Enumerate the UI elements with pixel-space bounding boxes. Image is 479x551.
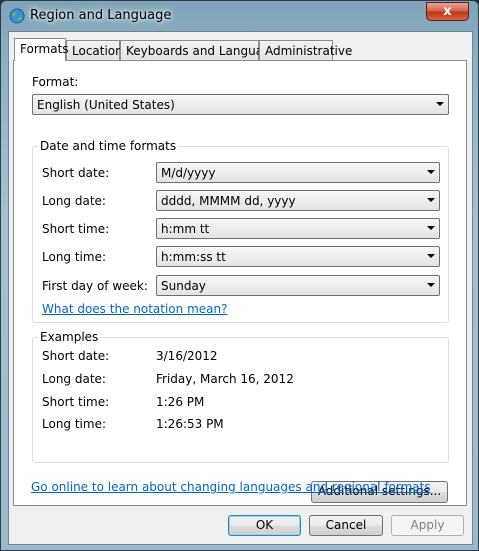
chevron-down-icon — [427, 170, 435, 174]
first-day-of-week-value: Sunday — [161, 279, 206, 293]
examples-group: Examples Short date: 3/16/2012 Long date… — [32, 330, 449, 463]
title-bar[interactable]: Region and Language x — [1, 1, 478, 31]
online-regional-formats-link[interactable]: Go online to learn about changing langua… — [31, 480, 431, 494]
window-title: Region and Language — [30, 8, 172, 23]
short-time-select[interactable]: h:mm tt — [156, 218, 440, 239]
ok-button[interactable]: OK — [228, 515, 301, 536]
group-title: Examples — [38, 330, 101, 344]
long-date-value: dddd, MMMM dd, yyyy — [161, 194, 296, 208]
chevron-down-icon — [427, 198, 435, 202]
apply-button[interactable]: Apply — [391, 515, 464, 536]
example-short-date-value: 3/16/2012 — [156, 349, 218, 363]
short-date-select[interactable]: M/d/yyyy — [156, 162, 440, 183]
globe-icon — [9, 8, 25, 24]
tab-location[interactable]: Location — [66, 40, 123, 60]
region-language-dialog: Region and Language x Formats Location K… — [0, 0, 479, 551]
long-date-label: Long date: — [42, 194, 106, 208]
dialog-body: Formats Location Keyboards and Languages… — [8, 31, 473, 545]
tab-formats[interactable]: Formats — [14, 38, 69, 61]
tab-administrative[interactable]: Administrative — [259, 40, 352, 60]
short-date-value: M/d/yyyy — [161, 166, 216, 180]
format-select[interactable]: English (United States) — [32, 94, 449, 115]
short-date-label: Short date: — [42, 166, 110, 180]
group-title: Date and time formats — [38, 139, 179, 153]
notation-help-link[interactable]: What does the notation mean? — [42, 302, 227, 316]
example-short-date-label: Short date: — [42, 349, 110, 363]
example-short-time-value: 1:26 PM — [156, 395, 205, 409]
tab-label: Administrative — [265, 44, 353, 58]
format-label: Format: — [32, 75, 79, 89]
example-long-time-value: 1:26:53 PM — [156, 417, 224, 431]
close-button[interactable]: x — [426, 2, 469, 21]
short-time-label: Short time: — [42, 222, 110, 236]
long-time-select[interactable]: h:mm:ss tt — [156, 246, 440, 267]
cancel-button[interactable]: Cancel — [309, 515, 383, 536]
chevron-down-icon — [427, 254, 435, 258]
long-time-label: Long time: — [42, 250, 107, 264]
tab-label: Location — [72, 44, 123, 58]
example-long-time-label: Long time: — [42, 417, 107, 431]
close-icon: x — [443, 4, 452, 19]
date-time-formats-group: Date and time formats Short date: M/d/yy… — [32, 139, 449, 323]
chevron-down-icon — [427, 283, 435, 287]
format-value: English (United States) — [37, 98, 175, 112]
tab-keyboards-and-languages[interactable]: Keyboards and Languages — [120, 40, 284, 60]
formats-panel: Format: English (United States) Date and… — [13, 60, 467, 506]
chevron-down-icon — [436, 102, 444, 106]
example-short-time-label: Short time: — [42, 395, 110, 409]
example-long-date-value: Friday, March 16, 2012 — [156, 372, 294, 386]
short-time-value: h:mm tt — [161, 222, 210, 236]
chevron-down-icon — [427, 226, 435, 230]
tab-label: Formats — [20, 42, 69, 56]
first-day-of-week-select[interactable]: Sunday — [156, 275, 440, 296]
example-long-date-label: Long date: — [42, 372, 106, 386]
long-date-select[interactable]: dddd, MMMM dd, yyyy — [156, 190, 440, 211]
long-time-value: h:mm:ss tt — [161, 250, 226, 264]
first-day-of-week-label: First day of week: — [42, 279, 148, 293]
